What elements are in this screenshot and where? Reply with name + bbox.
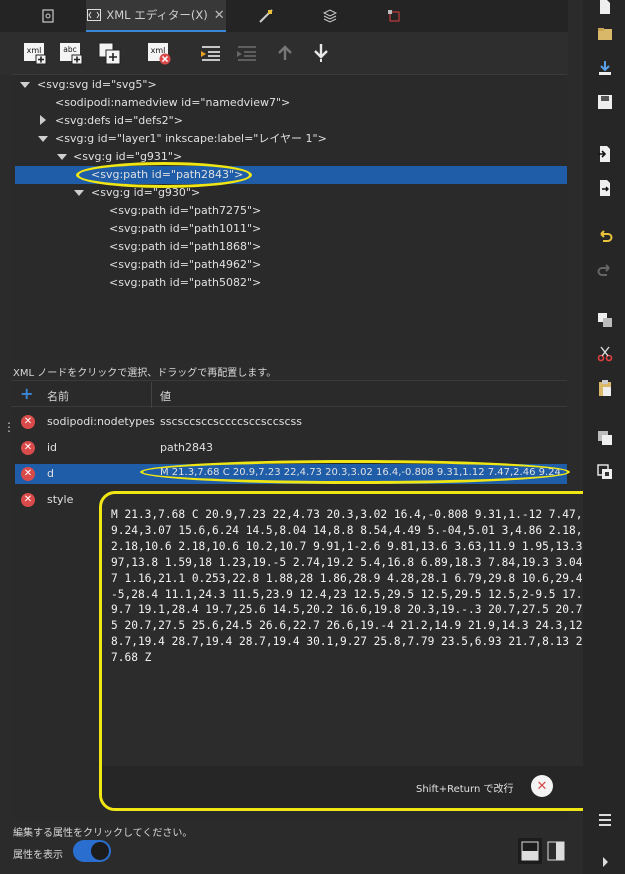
- save-icon[interactable]: [597, 94, 613, 110]
- tree-node-path1011[interactable]: <svg:path id="path1011">: [109, 220, 261, 238]
- cut-icon[interactable]: [597, 346, 613, 362]
- new-text-node-button[interactable]: abc: [58, 40, 84, 66]
- document-properties-icon: [42, 9, 54, 23]
- unindent-node-button[interactable]: [198, 40, 224, 66]
- chevron-right-icon[interactable]: [597, 854, 613, 870]
- expand-toggle-icon[interactable]: [38, 136, 48, 142]
- add-attribute-button[interactable]: +: [20, 386, 33, 402]
- expand-toggle-icon[interactable]: [20, 82, 30, 88]
- column-header-value: 値: [160, 390, 171, 403]
- delete-attribute-icon[interactable]: ✕: [21, 467, 35, 481]
- toggle-knob: [91, 842, 109, 860]
- layout-vertical-button[interactable]: [544, 838, 568, 864]
- drag-handle-icon[interactable]: ⋮: [3, 421, 15, 433]
- delete-node-icon: xml: [148, 43, 171, 65]
- copy-icon[interactable]: [597, 312, 613, 328]
- duplicate-node-icon: [98, 42, 121, 65]
- newline-hint: Shift+Return で改行: [416, 784, 514, 795]
- duplicate-node-button[interactable]: [96, 40, 122, 66]
- show-attributes-label: 属性を表示: [13, 850, 63, 861]
- highlight-ellipse-node: [76, 162, 252, 188]
- tab-xml-editor[interactable]: XML エディター(X) ✕: [86, 0, 226, 32]
- paste-icon[interactable]: [597, 380, 613, 396]
- import-icon[interactable]: [597, 146, 613, 162]
- attribute-name[interactable]: style: [47, 493, 73, 506]
- indent-node-button[interactable]: [234, 40, 260, 66]
- tree-status-text: XML ノードをクリックで選択、ドラッグで再配置します。: [13, 368, 277, 379]
- delete-attribute-icon[interactable]: ✕: [21, 441, 35, 455]
- attribute-name[interactable]: id: [47, 441, 57, 454]
- attribute-value[interactable]: sscsccsccsccccsccsccscss: [160, 415, 302, 428]
- tab-transform[interactable]: [372, 0, 416, 32]
- tab-xml-editor-label: XML エディター(X): [106, 8, 208, 22]
- column-divider: [151, 382, 152, 408]
- tree-node-path4962[interactable]: <svg:path id="path4962">: [109, 256, 261, 274]
- fill-stroke-icon: [259, 9, 273, 23]
- tree-node-layer1[interactable]: <svg:g id="layer1" inkscape:label="レイヤー …: [55, 130, 327, 148]
- svg-text:abc: abc: [63, 45, 76, 54]
- attribute-value[interactable]: path2843: [160, 441, 213, 454]
- expand-toggle-icon[interactable]: [57, 154, 67, 160]
- attribute-name[interactable]: sodipodi:nodetypes: [47, 415, 155, 428]
- column-header-name: 名前: [47, 390, 69, 403]
- align-icon[interactable]: [597, 812, 613, 828]
- arrow-up-icon: [278, 45, 292, 60]
- tree-node-path7275[interactable]: <svg:path id="path7275">: [109, 202, 261, 220]
- clone-icon[interactable]: [597, 464, 613, 480]
- delete-attribute-icon[interactable]: ✕: [21, 493, 35, 507]
- layers-icon: [323, 9, 337, 23]
- close-icon[interactable]: ✕: [214, 8, 225, 23]
- layout-horizontal-button[interactable]: [518, 838, 542, 864]
- dock-tab-bar: XML エディター(X) ✕: [0, 0, 568, 32]
- raise-node-button[interactable]: [272, 40, 298, 66]
- expand-toggle-icon[interactable]: [74, 190, 84, 196]
- tree-node-defs[interactable]: <svg:defs id="defs2">: [55, 112, 183, 130]
- layout-horizontal-icon: [521, 841, 539, 861]
- delete-node-button[interactable]: xml: [146, 40, 172, 66]
- tab-layers[interactable]: [308, 0, 352, 32]
- show-attributes-toggle[interactable]: [73, 840, 111, 862]
- layout-vertical-icon: [547, 841, 565, 861]
- delete-attribute-icon[interactable]: ✕: [21, 415, 35, 429]
- tree-node-namedview[interactable]: <sodipodi:namedview id="namedview7">: [55, 94, 290, 112]
- tab-fill-stroke[interactable]: [244, 0, 288, 32]
- export-icon[interactable]: [597, 180, 613, 196]
- arrow-down-icon: [314, 44, 328, 62]
- unindent-icon: [201, 46, 220, 61]
- tree-node-path1868[interactable]: <svg:path id="path1868">: [109, 238, 261, 256]
- cancel-edit-button[interactable]: ✕: [531, 775, 553, 797]
- xml-editor-toolbar: xml abc xml: [0, 32, 568, 74]
- value-textarea[interactable]: M 21.3,7.68 C 20.9,7.23 22,4.73 20.3,3.0…: [111, 507, 615, 666]
- new-document-icon[interactable]: [597, 0, 613, 16]
- highlight-ellipse-value: [140, 460, 570, 484]
- xml-editor-icon: [87, 9, 102, 21]
- tab-document-properties[interactable]: [26, 0, 70, 32]
- download-icon[interactable]: [597, 60, 613, 76]
- attribute-value-editor[interactable]: M 21.3,7.68 C 20.9,7.23 22,4.73 20.3,3.0…: [99, 491, 621, 811]
- collapse-toggle-icon[interactable]: [40, 115, 46, 125]
- lower-node-button[interactable]: [308, 40, 334, 66]
- open-folder-icon[interactable]: [597, 26, 613, 42]
- tree-node-svg[interactable]: <svg:svg id="svg5">: [37, 76, 157, 94]
- undo-icon[interactable]: [597, 228, 613, 244]
- attribute-name[interactable]: d: [47, 467, 54, 480]
- attribute-status-text: 編集する属性をクリックしてください。: [13, 828, 193, 839]
- svg-text:xml: xml: [27, 46, 42, 55]
- new-text-node-icon: abc: [60, 43, 83, 65]
- editor-footer: Shift+Return で改行 ✕ ✓: [102, 766, 618, 808]
- commands-bar: [583, 0, 625, 874]
- transform-icon: [388, 10, 400, 22]
- duplicate-icon[interactable]: [597, 430, 613, 446]
- header-divider: [11, 406, 567, 407]
- new-element-node-icon: xml: [24, 43, 47, 65]
- indent-icon: [237, 46, 256, 61]
- svg-text:xml: xml: [151, 46, 166, 55]
- tree-node-path5082[interactable]: <svg:path id="path5082">: [109, 274, 261, 292]
- new-element-node-button[interactable]: xml: [22, 40, 48, 66]
- redo-icon[interactable]: [597, 262, 613, 278]
